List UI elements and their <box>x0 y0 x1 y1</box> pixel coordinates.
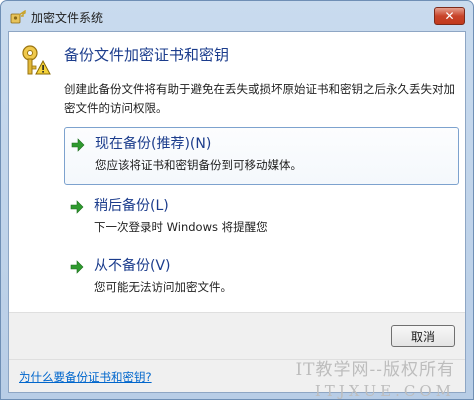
green-arrow-icon <box>70 259 84 274</box>
green-arrow-icon <box>71 137 85 152</box>
option-subtitle: 下一次登录时 Windows 将提醒您 <box>94 220 268 234</box>
watermark-line1: IT教学网--版权所有 <box>295 360 455 380</box>
cancel-button[interactable]: 取消 <box>391 325 455 347</box>
dialog-content: 备份文件加密证书和密钥 创建此备份文件将有助于避免在丢失或损坏原始证书和密钥之后… <box>8 31 466 400</box>
option-subtitle: 您应该将证书和密钥备份到可移动媒体。 <box>95 158 302 172</box>
help-link[interactable]: 为什么要备份证书和密钥? <box>19 369 152 385</box>
title-bar[interactable]: 加密文件系统 ✕ <box>1 1 473 31</box>
close-button[interactable]: ✕ <box>434 7 465 25</box>
option-subtitle: 您可能无法访问加密文件。 <box>94 280 232 294</box>
watermark-line2: ITJXUE.COM <box>314 382 455 400</box>
watermark: IT教学网--版权所有 ITJXUE.COM <box>295 355 455 400</box>
key-lock-icon <box>19 44 51 76</box>
key-lock-icon <box>10 9 26 24</box>
option-backup-now[interactable]: 现在备份(推荐)(N) 您应该将证书和密钥备份到可移动媒体。 <box>64 127 459 185</box>
option-title: 稍后备份(L) <box>94 198 169 214</box>
close-icon: ✕ <box>444 9 455 23</box>
window-title: 加密文件系统 <box>31 11 104 25</box>
dialog-window: 加密文件系统 ✕ 备份文件加密证书和密钥 创建此备份文件将有助于避免在丢失或损坏… <box>0 0 474 400</box>
page-title: 备份文件加密证书和密钥 <box>64 46 230 64</box>
dialog-footer: 取消 为什么要备份证书和密钥? IT教学网--版权所有 ITJXUE.COM <box>9 312 465 400</box>
option-title: 从不备份(V) <box>94 258 171 274</box>
option-never-backup[interactable]: 从不备份(V) 您可能无法访问加密文件。 <box>64 250 459 308</box>
green-arrow-icon <box>70 199 84 214</box>
option-title: 现在备份(推荐)(N) <box>95 136 212 152</box>
option-backup-later[interactable]: 稍后备份(L) 下一次登录时 Windows 将提醒您 <box>64 190 459 248</box>
description-text: 创建此备份文件将有助于避免在丢失或损坏原始证书和密钥之后永久丢失对加密文件的访问… <box>64 82 455 115</box>
